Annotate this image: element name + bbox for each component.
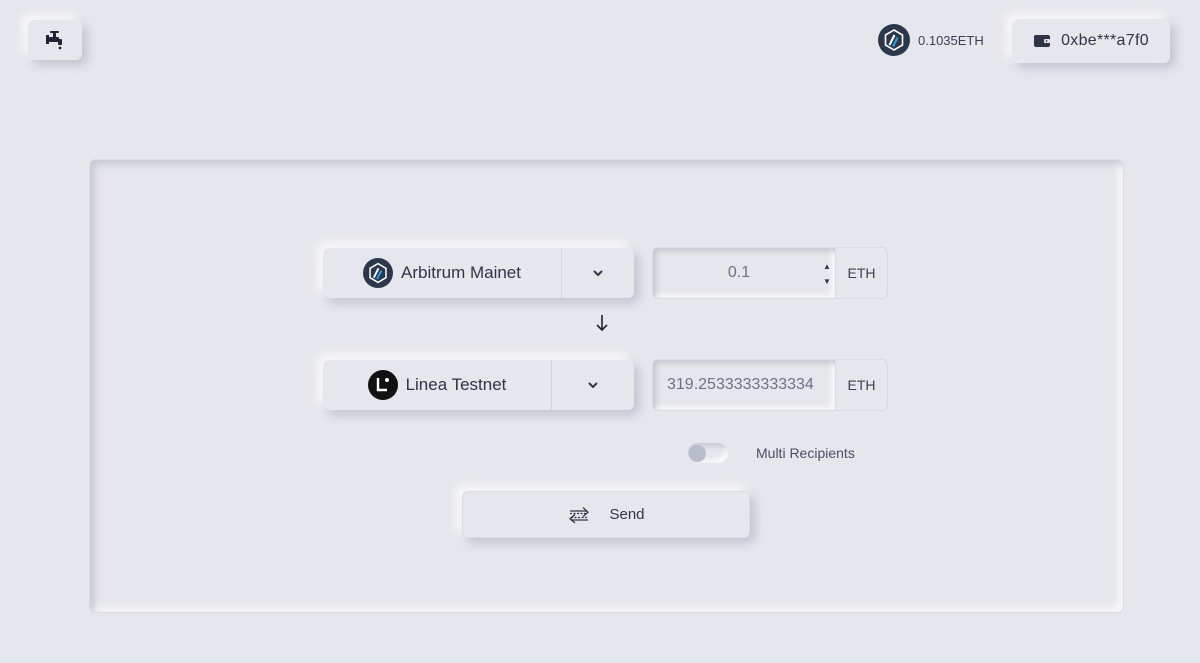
- source-chain-label: Arbitrum Mainet: [401, 263, 521, 282]
- source-chain-button[interactable]: Arbitrum Mainet: [323, 248, 562, 298]
- source-amount-group: ▲ ▼ ETH: [652, 247, 888, 299]
- send-button[interactable]: Send: [462, 491, 750, 538]
- destination-amount-unit: ETH: [835, 360, 887, 410]
- wallet-icon: [1034, 35, 1051, 47]
- multi-recipients-row: Multi Recipients: [688, 442, 855, 464]
- multi-recipients-label: Multi Recipients: [756, 445, 855, 461]
- source-amount-wrapper: ▲ ▼: [653, 248, 835, 298]
- destination-amount-group: ETH: [652, 359, 888, 411]
- arrow-down-icon: [596, 315, 608, 332]
- amount-stepper[interactable]: ▲ ▼: [821, 262, 833, 286]
- linea-logo-icon: [367, 370, 398, 400]
- page: 0.1035ETH 0xbe***a7f0 Arbitrum Mainet 0.…: [0, 0, 1200, 663]
- source-chain-select[interactable]: Arbitrum Mainet: [323, 248, 634, 298]
- arbitrum-logo-icon: [363, 258, 393, 288]
- destination-amount-input[interactable]: [653, 360, 835, 410]
- account-balance: 0.1035ETH: [878, 24, 984, 56]
- send-button-label: Send: [609, 506, 645, 523]
- toggle-knob: [689, 445, 706, 462]
- arbitrum-logo-icon: [878, 24, 910, 56]
- source-amount-unit: ETH: [835, 248, 887, 298]
- chevron-down-icon: [588, 382, 598, 389]
- chevron-down-icon: [593, 270, 603, 277]
- destination-chain-select[interactable]: Linea Testnet: [323, 360, 634, 410]
- destination-chain-button[interactable]: Linea Testnet: [323, 360, 552, 410]
- swap-arrows-icon: [569, 506, 590, 523]
- faucet-icon: [46, 31, 62, 50]
- multi-recipients-toggle[interactable]: [688, 443, 728, 463]
- faucet-button[interactable]: [28, 20, 82, 60]
- destination-chain-dropdown-toggle[interactable]: [552, 360, 634, 410]
- stepper-down-icon[interactable]: ▼: [823, 277, 831, 286]
- source-chain-dropdown-toggle[interactable]: [562, 248, 634, 298]
- wallet-address-button[interactable]: 0xbe***a7f0: [1012, 19, 1170, 63]
- wallet-address: 0xbe***a7f0: [1061, 32, 1149, 49]
- direction-indicator: [592, 312, 612, 334]
- destination-chain-label: Linea Testnet: [405, 375, 507, 394]
- source-amount-input[interactable]: [653, 248, 835, 298]
- balance-value: 0.1035ETH: [918, 32, 984, 48]
- stepper-up-icon[interactable]: ▲: [823, 262, 831, 271]
